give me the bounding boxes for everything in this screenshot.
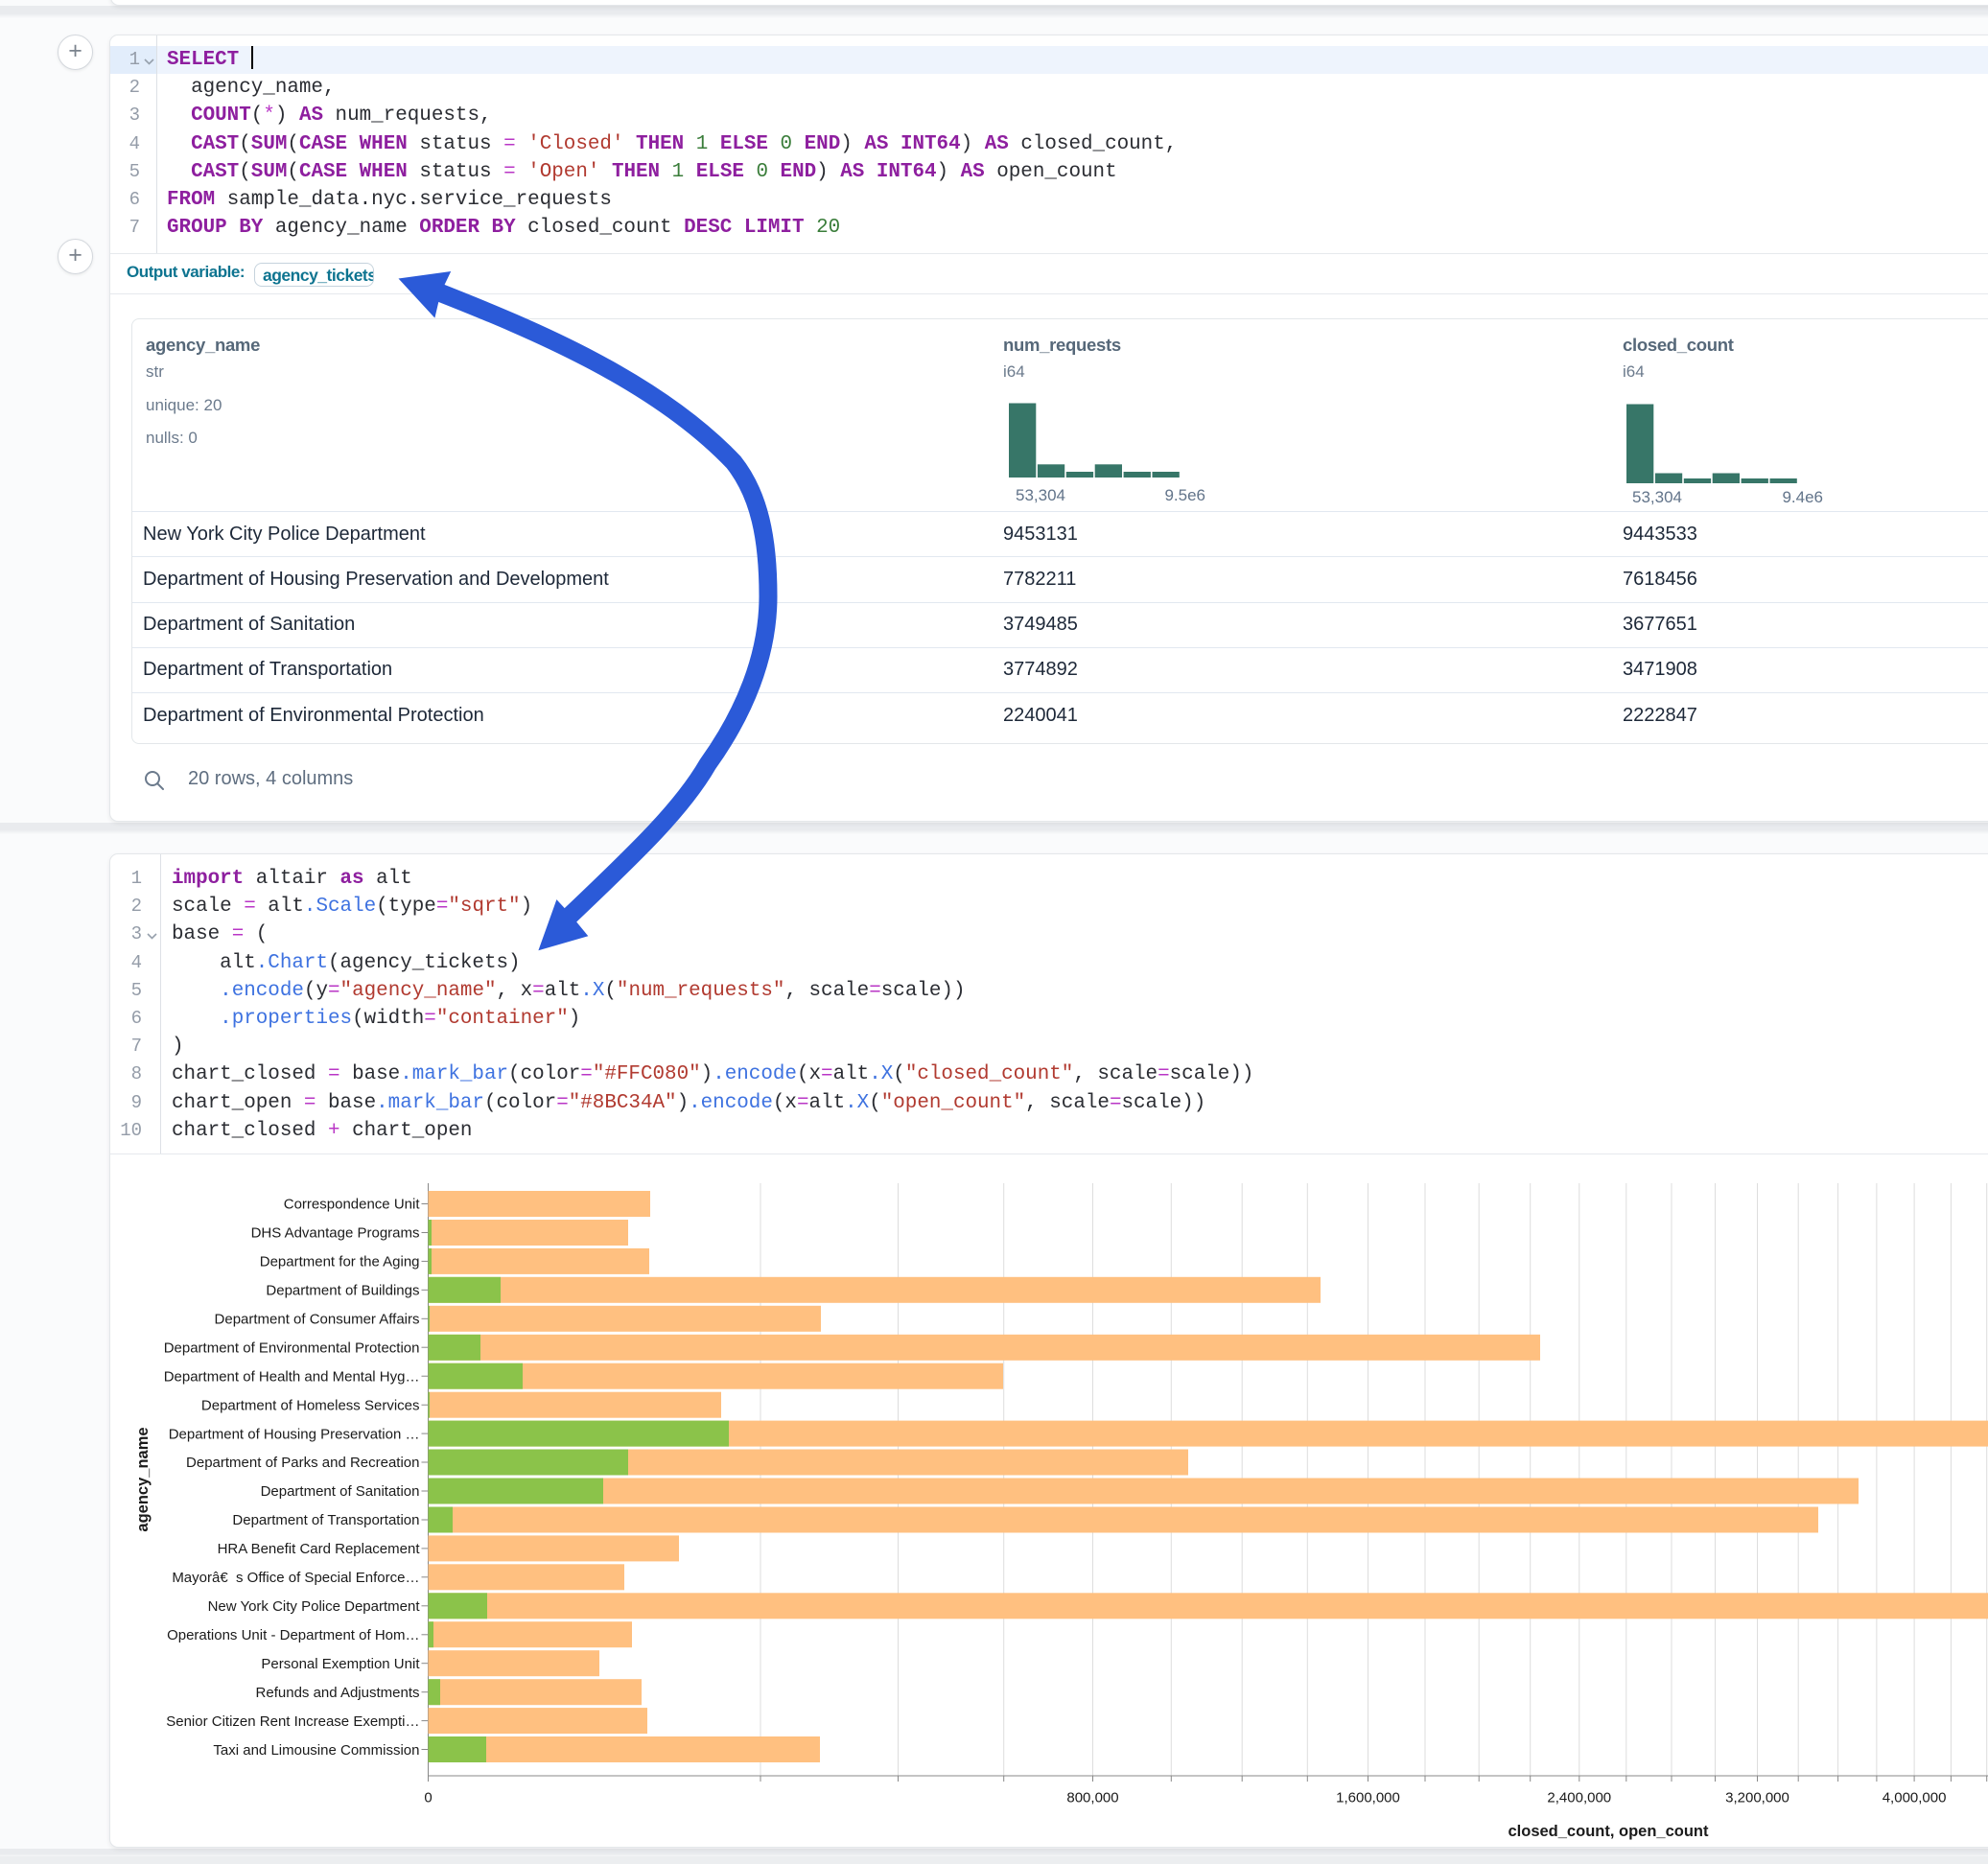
svg-text:Department of Housing Preserva: Department of Housing Preservation …: [169, 1426, 420, 1442]
svg-text:Mayorâ€ s Office of Special En: Mayorâ€ s Office of Special Enforce…: [172, 1570, 419, 1586]
svg-text:Department of Transportation: Department of Transportation: [232, 1512, 419, 1528]
svg-text:Refunds and Adjustments: Refunds and Adjustments: [256, 1685, 420, 1701]
svg-text:Department of Consumer Affairs: Department of Consumer Affairs: [215, 1312, 420, 1328]
svg-text:2,400,000: 2,400,000: [1547, 1790, 1611, 1806]
svg-text:Personal Exemption Unit: Personal Exemption Unit: [261, 1656, 420, 1672]
svg-text:closed_count, open_count: closed_count, open_count: [1508, 1823, 1709, 1840]
svg-text:0: 0: [424, 1790, 432, 1806]
svg-text:Correspondence Unit: Correspondence Unit: [284, 1197, 421, 1213]
svg-text:3,200,000: 3,200,000: [1725, 1790, 1789, 1806]
svg-text:Department of Health and Menta: Department of Health and Mental Hyg…: [164, 1368, 420, 1385]
svg-text:1,600,000: 1,600,000: [1336, 1790, 1400, 1806]
svg-text:HRA Benefit Card Replacement: HRA Benefit Card Replacement: [218, 1541, 421, 1557]
svg-text:Department of Buildings: Department of Buildings: [266, 1283, 419, 1299]
svg-text:DHS Advantage Programs: DHS Advantage Programs: [251, 1225, 420, 1242]
svg-text:Department of Environmental Pr: Department of Environmental Protection: [164, 1340, 420, 1356]
svg-text:4,000,000: 4,000,000: [1883, 1790, 1947, 1806]
svg-text:New York City Police Departmen: New York City Police Department: [208, 1598, 421, 1615]
svg-text:Taxi and Limousine Commission: Taxi and Limousine Commission: [213, 1742, 419, 1759]
svg-text:agency_name: agency_name: [134, 1427, 152, 1531]
svg-text:Department of Parks and Recrea: Department of Parks and Recreation: [186, 1455, 419, 1471]
svg-text:Department of Sanitation: Department of Sanitation: [261, 1483, 420, 1500]
svg-text:800,000: 800,000: [1066, 1790, 1118, 1806]
svg-text:Department for the Aging: Department for the Aging: [260, 1254, 420, 1270]
svg-text:Department of Homeless Service: Department of Homeless Services: [201, 1397, 420, 1413]
svg-text:Operations Unit - Department o: Operations Unit - Department of Hom…: [167, 1627, 419, 1643]
svg-text:Senior Citizen Rent Increase E: Senior Citizen Rent Increase Exempti…: [166, 1713, 419, 1730]
